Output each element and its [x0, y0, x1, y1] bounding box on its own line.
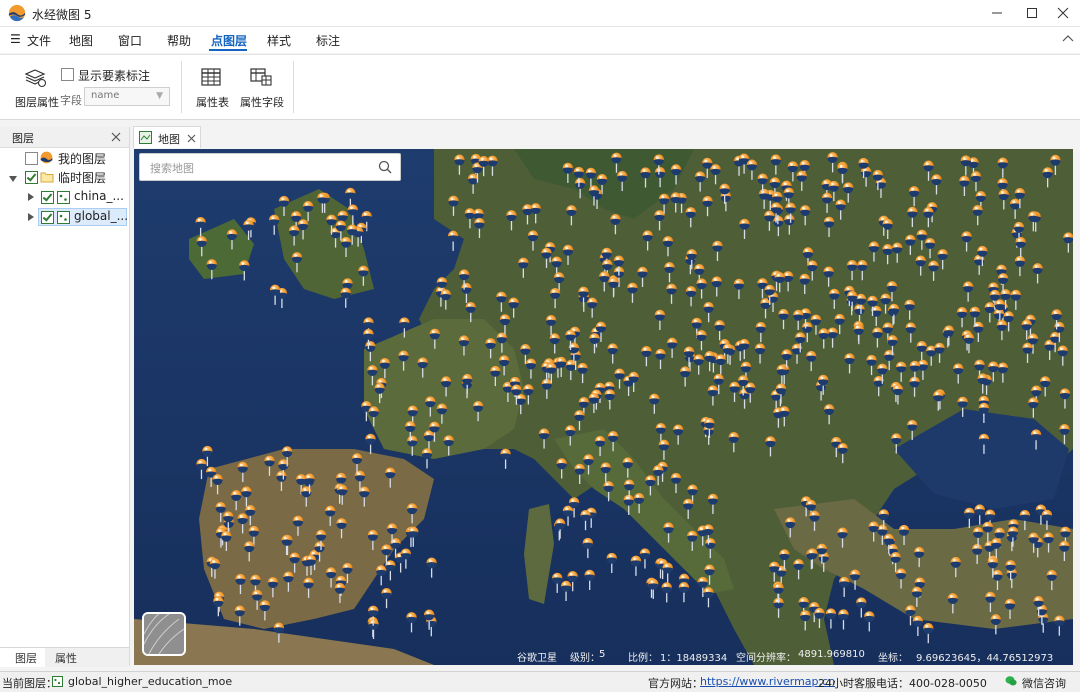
active-menu-indicator — [209, 49, 247, 51]
attribute-field-icon[interactable] — [250, 68, 272, 86]
layer-checkbox-china[interactable] — [41, 191, 54, 204]
folder-icon — [40, 172, 54, 183]
expand-right-icon[interactable] — [28, 213, 34, 221]
point-layer-icon — [52, 676, 63, 687]
attribute-field-button[interactable]: 属性字段 — [240, 94, 284, 110]
layer-label-global[interactable]: global_... — [74, 209, 128, 223]
close-button[interactable] — [1046, 0, 1080, 26]
menu-help[interactable]: 帮助 — [167, 32, 191, 49]
my-layers-icon — [40, 151, 53, 164]
menu-map[interactable]: 地图 — [69, 32, 93, 49]
layer-properties-button[interactable]: 图层属性 — [15, 94, 59, 110]
minimize-button[interactable] — [980, 0, 1014, 26]
maximize-button[interactable] — [1015, 0, 1049, 26]
layer-checkbox-my-layers[interactable] — [25, 152, 38, 165]
map-view[interactable]: 谷歌卫星 级别： 5 比例： 1：18489334 空间分辨率： 4891.96… — [134, 149, 1073, 665]
menu-style[interactable]: 样式 — [267, 32, 291, 49]
close-tab-icon[interactable] — [187, 134, 196, 143]
satellite-basemap[interactable] — [134, 149, 1073, 665]
app-logo-icon — [8, 4, 26, 22]
tab-map[interactable]: 地图 — [133, 126, 201, 148]
chevron-down-icon: ▼ — [156, 91, 163, 101]
field-select[interactable]: name ▼ — [84, 87, 170, 106]
tab-layers[interactable]: 图层 — [15, 650, 37, 666]
menu-annotation[interactable]: 标注 — [316, 32, 340, 49]
map-coord-label: 坐标： — [878, 653, 908, 664]
hamburger-icon[interactable]: ☰ — [10, 32, 21, 46]
tab-map-label: 地图 — [158, 133, 180, 146]
tab-attributes[interactable]: 属性 — [55, 650, 77, 666]
map-level-value: 5 — [599, 649, 606, 660]
ribbon-separator — [293, 61, 294, 113]
website-label: 官方网站： — [648, 677, 703, 690]
current-layer-value: global_higher_education_moe — [68, 675, 233, 688]
close-icon — [1057, 7, 1069, 19]
menu-point-layer[interactable]: 点图层 — [211, 32, 247, 49]
map-resolution-value: 4891.969810 — [798, 649, 865, 660]
map-search-box[interactable] — [139, 153, 401, 181]
layers-panel-header: 图层 — [0, 127, 129, 148]
window-title: 水经微图 5 — [32, 8, 92, 22]
maximize-icon — [1027, 8, 1037, 18]
wechat-icon — [1005, 676, 1017, 686]
layer-properties-icon[interactable] — [25, 68, 47, 88]
map-scale-label: 比例： — [628, 653, 658, 664]
map-scale-value: 1：18489334 — [660, 653, 728, 664]
title-bar: 水经微图 5 — [0, 0, 1080, 27]
show-labels-label: 显示要素标注 — [78, 69, 151, 83]
ribbon-separator — [181, 61, 182, 113]
layer-label-temp[interactable]: 临时图层 — [58, 169, 106, 186]
website-link-wrap: https://www.rivermap.cn — [700, 675, 835, 688]
layer-checkbox-global[interactable] — [41, 211, 54, 224]
point-layer-icon — [57, 211, 70, 224]
menu-file[interactable]: 文件 — [27, 32, 51, 49]
field-label: 字段 — [60, 94, 82, 107]
hotline-text: 24小时客服电话：400-028-0050 — [818, 677, 987, 690]
menu-bar: ☰ 文件 地图 窗口 帮助 点图层 样式 标注 — [0, 27, 1080, 53]
map-coord-value: 9.69623645，44.76512973 — [916, 653, 1054, 664]
map-status-bar: 谷歌卫星 级别： 5 比例： 1：18489334 空间分辨率： 4891.96… — [134, 647, 1073, 665]
layers-panel: 图层 我的图层 临时图层 china_... global_... — [0, 127, 130, 666]
wechat-consult[interactable]: 微信咨询 — [1022, 675, 1066, 691]
minimize-icon — [992, 12, 1002, 14]
point-layer-icon — [57, 191, 70, 204]
map-resolution-label: 空间分辨率： — [736, 653, 796, 664]
current-layer-label: 当前图层： — [2, 677, 57, 690]
close-panel-icon[interactable] — [111, 132, 121, 142]
search-input[interactable] — [148, 159, 372, 177]
map-level-label: 级别： — [570, 653, 600, 664]
field-select-value: name — [91, 90, 120, 101]
collapse-ribbon-icon[interactable] — [1062, 33, 1074, 43]
map-doc-icon — [139, 131, 152, 144]
status-bar: 当前图层： global_higher_education_moe 官方网站： … — [0, 671, 1080, 692]
layer-checkbox-temp[interactable] — [25, 171, 38, 184]
layer-label-china[interactable]: china_... — [74, 189, 124, 203]
website-link[interactable]: https://www.rivermap.cn — [700, 675, 835, 688]
expand-down-icon[interactable] — [9, 175, 17, 183]
layers-panel-title: 图层 — [12, 132, 34, 145]
attribute-table-button[interactable]: 属性表 — [196, 94, 229, 110]
search-icon[interactable] — [378, 160, 392, 174]
expand-right-icon[interactable] — [28, 193, 34, 201]
layer-label-my-layers[interactable]: 我的图层 — [58, 150, 106, 167]
menu-window[interactable]: 窗口 — [118, 32, 142, 49]
show-labels-checkbox[interactable] — [61, 68, 74, 81]
map-source: 谷歌卫星 — [517, 653, 557, 664]
panel-tabs: 图层 属性 — [0, 647, 129, 667]
document-tab-bar — [133, 126, 1080, 148]
attribute-table-icon[interactable] — [201, 68, 221, 86]
